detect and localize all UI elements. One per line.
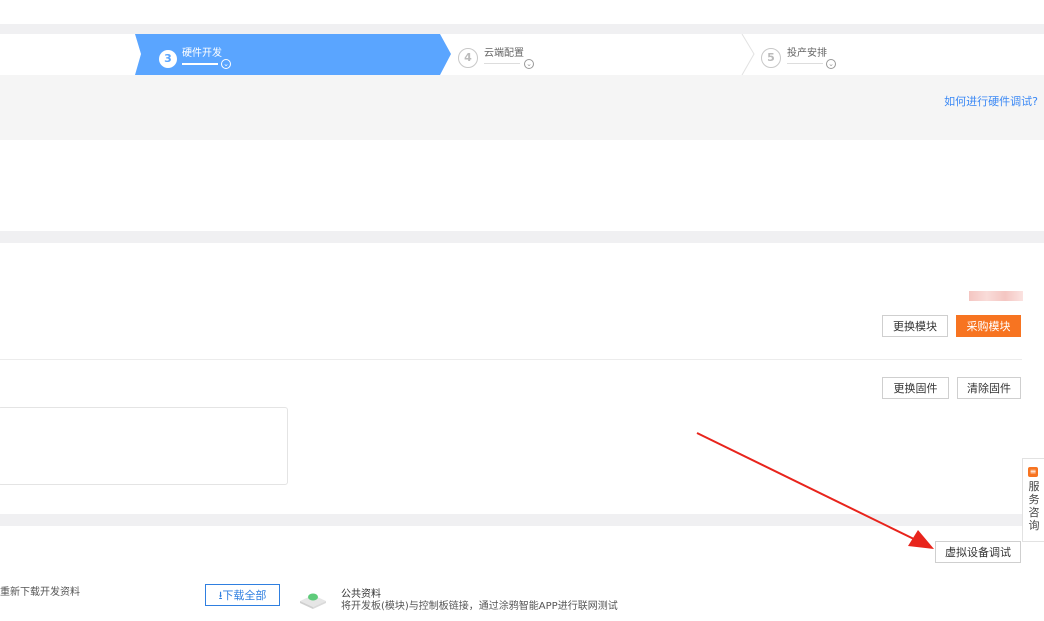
annotation-arrow	[696, 432, 934, 549]
public-materials-icon	[300, 593, 326, 609]
download-all-button[interactable]: ⭳下载全部	[205, 584, 280, 606]
redownload-dev-materials-text: 重新下载开发资料	[0, 587, 80, 598]
download-all-label: 下载全部	[222, 589, 267, 602]
public-materials-description: 将开发板(模块)与控制板链接，通过涂鸦智能APP进行联网测试	[341, 601, 618, 612]
